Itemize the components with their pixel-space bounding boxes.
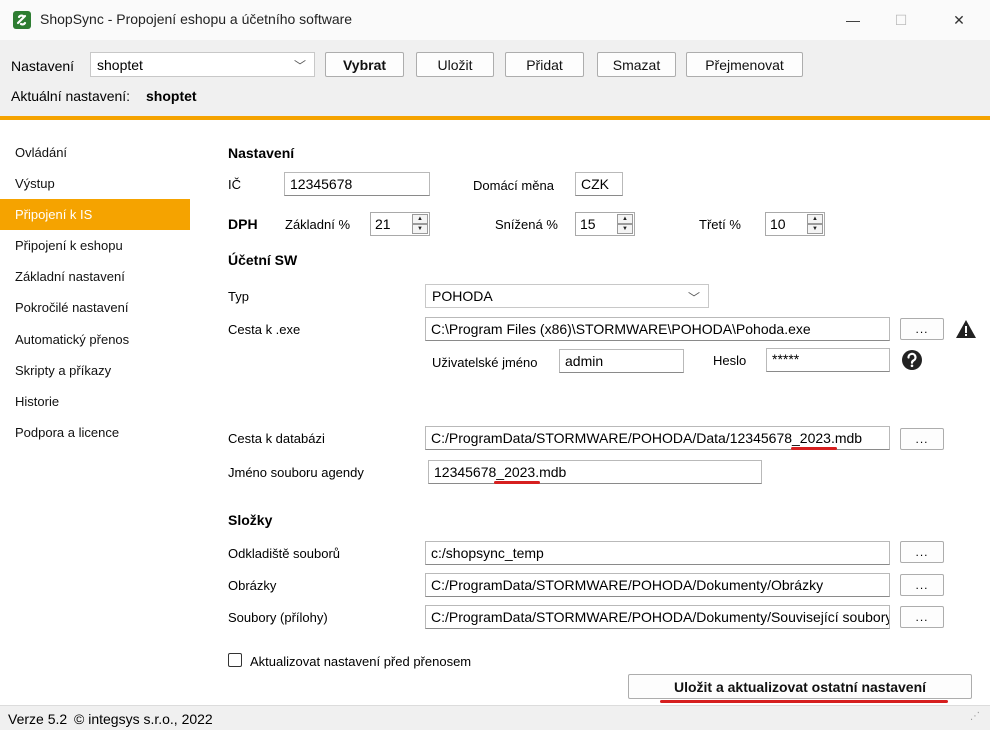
folders-section-title: Složky [228,512,273,528]
currency-label: Domácí měna [473,178,554,193]
files-browse-button[interactable]: ... [900,606,944,628]
current-settings-label: Aktuální nastavení: [11,88,131,104]
current-settings-value: shoptet [146,88,197,104]
app-logo-icon [13,11,31,29]
title-bar: ShopSync - Propojení eshopu a účetního s… [0,0,990,40]
third-vat-label: Třetí % [699,217,741,232]
base-vat-stepper[interactable]: 21 ▲ ▼ [370,212,430,236]
exe-path-input[interactable]: C:\Program Files (x86)\STORMWARE\POHODA\… [425,317,890,341]
reduced-vat-value: 15 [580,216,596,232]
temp-folder-input[interactable]: c:/shopsync_temp [425,541,890,565]
reduced-vat-stepper[interactable]: 15 ▲ ▼ [575,212,635,236]
sidebar-item-advanced-settings[interactable]: Pokročilé nastavení [0,292,190,323]
sidebar-item-scripts[interactable]: Skripty a příkazy [0,355,190,386]
settings-select-value: shoptet [97,56,143,73]
select-button[interactable]: Vybrat [325,52,404,77]
temp-browse-button[interactable]: ... [900,541,944,563]
temp-folder-label: Odkladiště souborů [228,546,341,561]
help-icon[interactable] [901,349,923,371]
third-vat-stepper[interactable]: 10 ▲ ▼ [765,212,825,236]
resize-grip-icon[interactable]: ⋰ [970,711,980,722]
username-label: Uživatelské jméno [432,355,538,370]
images-folder-input[interactable]: C:/ProgramData/STORMWARE/POHODA/Dokument… [425,573,890,597]
files-folder-input[interactable]: C:/ProgramData/STORMWARE/POHODA/Dokument… [425,605,890,629]
db-path-label: Cesta k databázi [228,431,325,446]
base-vat-value: 21 [375,216,391,232]
rename-button[interactable]: Přejmenovat [686,52,803,77]
sidebar-item-basic-settings[interactable]: Základní nastavení [0,261,190,292]
reduced-vat-label: Snížená % [495,217,558,232]
spin-up-icon[interactable]: ▲ [412,214,428,224]
save-and-update-button[interactable]: Uložit a aktualizovat ostatní nastavení [628,674,972,699]
db-browse-button[interactable]: ... [900,428,944,450]
type-select[interactable]: POHODA ﹀ [425,284,709,308]
settings-section-title: Nastavení [228,145,295,161]
username-input[interactable]: admin [559,349,684,373]
spin-down-icon[interactable]: ▼ [617,224,633,234]
agenda-file-label: Jméno souboru agendy [228,465,364,480]
close-button[interactable]: ✕ [936,0,982,40]
ic-input[interactable]: 12345678 [284,172,430,196]
sidebar-item-output[interactable]: Výstup [0,168,190,199]
spin-up-icon[interactable]: ▲ [807,214,823,224]
spin-down-icon[interactable]: ▼ [807,224,823,234]
annotation-underline [660,700,948,703]
active-item-pointer [174,199,190,229]
annotation-underline [791,447,837,450]
spin-up-icon[interactable]: ▲ [617,214,633,224]
currency-input[interactable]: CZK [575,172,623,196]
chevron-down-icon: ﹀ [687,291,700,305]
files-folder-label: Soubory (přílohy) [228,610,328,625]
add-button[interactable]: Přidat [505,52,584,77]
settings-select[interactable]: shoptet ﹀ [90,52,315,77]
settings-toolbar: Nastavení shoptet ﹀ Vybrat Uložit Přidat… [0,40,990,116]
minimize-button[interactable]: — [830,0,876,40]
maximize-button[interactable]: ☐ [878,0,924,40]
sidebar-item-eshop-connection[interactable]: Připojení k eshopu [0,230,190,261]
images-folder-label: Obrázky [228,578,277,593]
update-before-transfer-label: Aktualizovat nastavení před přenosem [250,654,472,669]
type-label: Typ [228,289,249,304]
ic-label: IČ [228,177,241,192]
spin-down-icon[interactable]: ▼ [412,224,428,234]
chevron-down-icon: ﹀ [293,59,306,73]
accounting-section-title: Účetní SW [228,252,298,268]
exe-path-label: Cesta k .exe [228,322,301,337]
dph-label: DPH [228,216,258,232]
status-bar: Verze 5.2 © integsys s.r.o., 2022 ⋰ [0,705,990,730]
third-vat-value: 10 [770,216,786,232]
sidebar-item-support[interactable]: Podpora a licence [0,417,190,448]
sidebar-item-is-connection[interactable]: Připojení k IS [0,199,190,230]
agenda-file-input[interactable]: 12345678_2023.mdb [428,460,762,484]
version-text: Verze 5.2 [8,711,68,727]
type-select-value: POHODA [432,288,493,304]
delete-button[interactable]: Smazat [597,52,676,77]
settings-label: Nastavení [11,58,75,74]
window-title: ShopSync - Propojení eshopu a účetního s… [40,11,353,27]
exe-browse-button[interactable]: ... [900,318,944,340]
images-browse-button[interactable]: ... [900,574,944,596]
update-before-transfer-checkbox[interactable] [228,653,242,667]
sidebar-item-controls[interactable]: Ovládání [0,137,190,168]
password-input[interactable]: ***** [766,348,890,372]
sidebar-item-history[interactable]: Historie [0,386,190,417]
sidebar-item-auto-transfer[interactable]: Automatický přenos [0,324,190,355]
warning-icon [955,319,977,339]
base-vat-label: Základní % [285,217,351,232]
copyright-text: © integsys s.r.o., 2022 [74,711,213,727]
annotation-underline [494,481,540,484]
save-button[interactable]: Uložit [416,52,494,77]
password-label: Heslo [713,353,747,368]
